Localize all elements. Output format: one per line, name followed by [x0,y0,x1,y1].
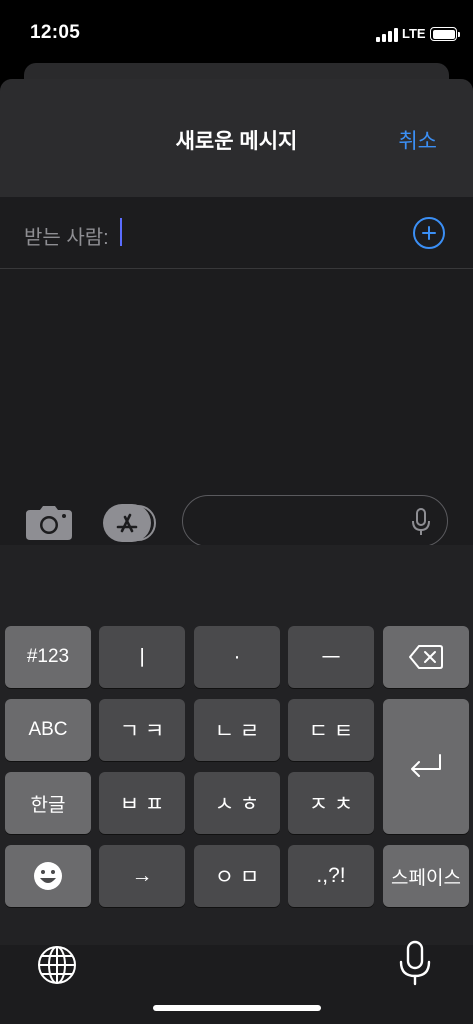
key-arrow[interactable]: → [99,845,185,907]
key-ieung[interactable]: ㅇ ㅁ [194,845,280,907]
delete-icon [409,645,443,669]
status-time: 12:05 [30,22,81,43]
cancel-button[interactable]: 취소 [398,125,437,155]
emoji-button[interactable] [5,845,91,907]
message-input[interactable] [182,495,448,547]
key-digeut[interactable]: ㄷ ㅌ [288,699,374,761]
return-icon [411,753,441,777]
key-vowel-i[interactable]: ㅣ [99,626,185,688]
key-siot[interactable]: ㅅ ㅎ [194,772,280,834]
key-punctuation[interactable]: .,?! [288,845,374,907]
emoji-icon [34,862,62,890]
key-dot[interactable]: · [194,626,280,688]
network-type: LTE [402,26,426,41]
key-jieut[interactable]: ㅈ ㅊ [288,772,374,834]
space-button[interactable]: 스페이스 [383,845,469,907]
recipient-row[interactable]: 받는 사람: [0,197,473,269]
key-bieup[interactable]: ㅂ ㅍ [99,772,185,834]
key-vowel-eu[interactable]: ㅡ [288,626,374,688]
dictation-mic-icon[interactable] [398,940,432,986]
key-abc[interactable]: ABC [5,699,91,761]
cellular-signal-icon [376,28,398,42]
key-hangul[interactable]: 한글 [5,772,91,834]
globe-icon[interactable] [36,944,78,986]
battery-icon [430,27,460,41]
key-nieun[interactable]: ㄴ ㄹ [194,699,280,761]
recipient-label: 받는 사람: [24,227,109,249]
nav-bar: 새로운 메시지 취소 [0,79,473,197]
status-bar: 12:05 LTE [0,0,473,64]
key-123[interactable]: #123 [5,626,91,688]
home-indicator[interactable] [153,1005,321,1011]
key-giyeok[interactable]: ㄱ ㅋ [99,699,185,761]
camera-icon[interactable] [26,506,72,540]
dictation-icon[interactable] [411,508,431,536]
app-store-button[interactable] [103,504,157,542]
text-cursor [120,218,122,246]
return-button[interactable] [383,699,469,834]
add-contact-button[interactable] [413,217,445,249]
delete-button[interactable] [383,626,469,688]
